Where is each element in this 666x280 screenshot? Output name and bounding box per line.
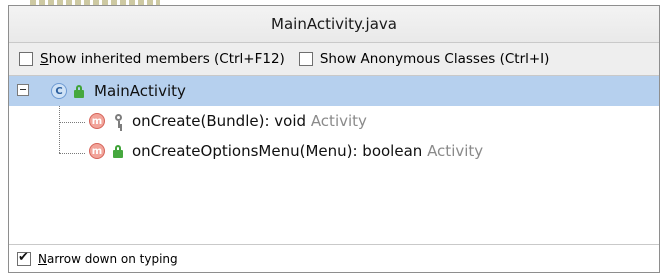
tree-node-label: MainActivity xyxy=(94,82,186,100)
show-anonymous-classes-checkbox[interactable] xyxy=(298,52,313,66)
public-lock-icon xyxy=(73,84,85,98)
show-inherited-mnemonic: S xyxy=(40,51,49,67)
popup-title: MainActivity.java xyxy=(9,6,659,43)
narrow-down-option[interactable]: Narrow down on typing xyxy=(17,250,178,266)
narrow-down-label-rest: arrow down on typing xyxy=(46,251,178,266)
structure-tree: C MainActivity m onCreate(Bundle): void … xyxy=(9,76,659,252)
narrow-down-mnemonic: N xyxy=(38,251,47,266)
show-anonymous-classes-option[interactable]: Show Anonymous Classes (Ctrl+I) xyxy=(298,51,550,67)
method-origin: Activity xyxy=(310,112,367,130)
collapse-icon[interactable] xyxy=(17,84,29,96)
class-icon: C xyxy=(51,83,67,99)
tree-node-oncreateoptionsmenu[interactable]: m onCreateOptionsMenu(Menu): boolean Act… xyxy=(9,136,659,166)
options-bar: Show inherited members (Ctrl+F12) Show A… xyxy=(9,43,659,76)
tree-node-oncreate[interactable]: m onCreate(Bundle): void Activity xyxy=(9,106,659,136)
method-signature: onCreateOptionsMenu(Menu): boolean xyxy=(132,142,423,160)
show-inherited-members-checkbox[interactable] xyxy=(19,52,33,66)
method-icon: m xyxy=(89,143,105,159)
tree-node-mainactivity[interactable]: C MainActivity xyxy=(9,76,659,106)
public-lock-icon xyxy=(112,144,124,158)
file-structure-popup: MainActivity.java Show inherited members… xyxy=(8,5,660,273)
show-inherited-members-option[interactable]: Show inherited members (Ctrl+F12) xyxy=(19,51,285,67)
footer-bar: Narrow down on typing xyxy=(9,244,659,272)
method-signature: onCreate(Bundle): void xyxy=(132,112,307,130)
tree-node-label: onCreate(Bundle): void Activity xyxy=(132,112,367,130)
narrow-down-checkbox[interactable] xyxy=(17,250,31,266)
method-origin: Activity xyxy=(427,142,484,160)
show-inherited-label-rest: how inherited members (Ctrl+F12) xyxy=(48,51,285,67)
show-inherited-members-label: Show inherited members (Ctrl+F12) xyxy=(40,51,285,67)
narrow-down-label: Narrow down on typing xyxy=(38,252,178,266)
show-anonymous-classes-label: Show Anonymous Classes (Ctrl+I) xyxy=(319,51,550,67)
method-icon: m xyxy=(89,113,105,129)
protected-key-icon xyxy=(112,114,124,128)
tree-node-label: onCreateOptionsMenu(Menu): boolean Activ… xyxy=(132,142,483,160)
